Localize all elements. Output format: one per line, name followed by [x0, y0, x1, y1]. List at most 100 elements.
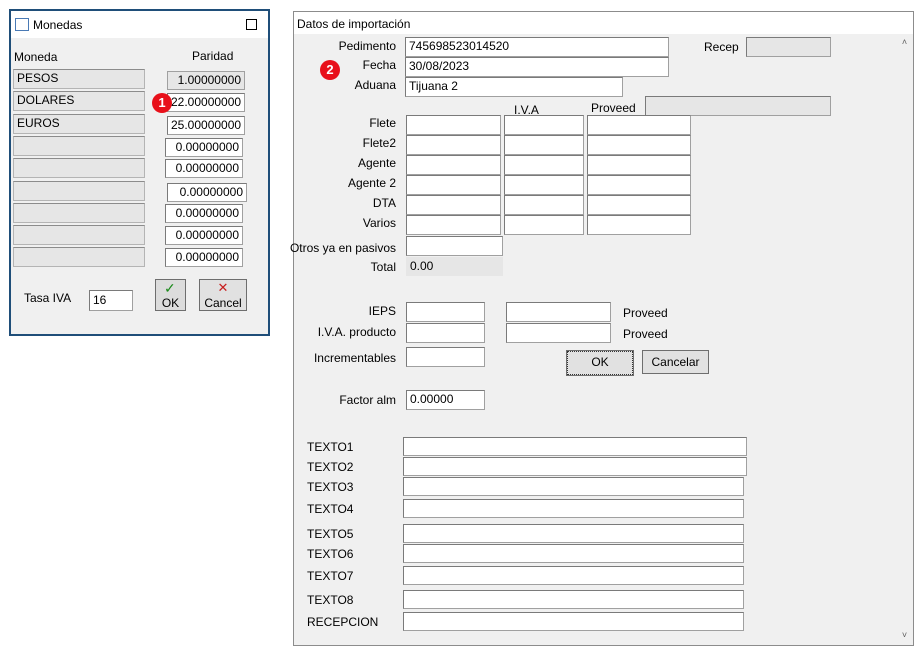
texto-input[interactable]	[403, 590, 744, 609]
factor-alm-label: Factor alm	[339, 393, 396, 407]
texto-input[interactable]	[403, 566, 744, 585]
vertical-scrollbar[interactable]: ˄ ˅	[896, 34, 913, 645]
cost-label: Agente 2	[347, 176, 396, 190]
texto-input[interactable]	[403, 499, 744, 518]
ok-button-importacion[interactable]: OK	[566, 350, 634, 376]
texto-input[interactable]	[403, 612, 744, 631]
paridad-input[interactable]: 0.00000000	[165, 226, 243, 245]
moneda-cell[interactable]: EUROS	[13, 114, 145, 134]
texto-label: TEXTO5	[307, 527, 354, 541]
importacion-window: Datos de importación ˄ ˅ Pedimento 74569…	[290, 11, 914, 646]
texto-label: TEXTO7	[307, 569, 354, 583]
ok-label: OK	[161, 296, 180, 310]
moneda-cell[interactable]	[13, 136, 145, 156]
paridad-input[interactable]: 0.00000000	[165, 248, 243, 267]
recep-label: Recep	[704, 40, 739, 54]
cost-iva-input[interactable]	[504, 195, 584, 215]
cost-label: Flete	[369, 116, 396, 130]
monedas-title: Monedas	[33, 18, 83, 32]
cost-monto-input[interactable]	[406, 135, 501, 155]
cost-iva-input[interactable]	[504, 175, 584, 195]
cancel-button[interactable]: ✕ Cancel	[199, 279, 247, 311]
cost-monto-input[interactable]	[406, 195, 501, 215]
texto-input[interactable]	[403, 544, 744, 563]
proveed-header-input[interactable]	[645, 96, 831, 116]
ieps-input[interactable]	[406, 302, 485, 322]
scroll-up-icon[interactable]: ˄	[896, 36, 913, 48]
texto-input[interactable]	[403, 437, 747, 456]
texto-label: TEXTO4	[307, 502, 354, 516]
texto-label: TEXTO6	[307, 547, 354, 561]
moneda-cell[interactable]	[13, 158, 145, 178]
cost-label: Agente	[357, 156, 396, 170]
maximize-icon[interactable]	[246, 19, 257, 30]
paridad-input[interactable]: 0.00000000	[167, 183, 247, 202]
moneda-cell[interactable]	[13, 203, 145, 223]
paridad-input[interactable]: 0.00000000	[165, 204, 243, 223]
importacion-titlebar: Datos de importación	[294, 12, 913, 34]
cost-iva-input[interactable]	[504, 135, 584, 155]
check-icon: ✓	[164, 280, 176, 296]
texto-input[interactable]	[403, 477, 744, 496]
iva-producto-input[interactable]	[406, 323, 485, 343]
pedimento-label: Pedimento	[338, 39, 396, 53]
col-header-paridad: Paridad	[192, 49, 234, 63]
cost-monto-input[interactable]	[406, 115, 501, 135]
moneda-cell[interactable]: PESOS	[13, 69, 145, 89]
cost-iva-input[interactable]	[504, 115, 584, 135]
factor-alm-input[interactable]: 0.00000	[406, 390, 485, 410]
paridad-input[interactable]: 22.00000000	[167, 93, 245, 112]
aduana-label: Aduana	[354, 78, 396, 92]
proveed-column-header: Proveed	[591, 101, 636, 115]
window-icon	[15, 18, 29, 31]
cancel-label: Cancel	[204, 296, 242, 310]
cost-monto-input[interactable]	[406, 175, 501, 195]
moneda-cell[interactable]	[13, 247, 145, 267]
texto-input[interactable]	[403, 524, 744, 543]
monedas-titlebar: Monedas	[11, 11, 268, 38]
cost-iva-input[interactable]	[504, 215, 584, 235]
ieps-proveed-input[interactable]	[506, 302, 611, 322]
scroll-down-icon[interactable]: ˅	[896, 629, 913, 641]
paridad-input[interactable]: 0.00000000	[165, 159, 243, 178]
paridad-input: 1.00000000	[167, 71, 245, 90]
importacion-title: Datos de importación	[297, 17, 411, 31]
cost-label: Flete2	[362, 136, 396, 150]
cost-label: DTA	[372, 196, 396, 210]
otros-label: Otros ya en pasivos	[289, 241, 396, 255]
recep-input[interactable]	[746, 37, 831, 57]
texto-label: TEXTO8	[307, 593, 354, 607]
cost-proveed-input[interactable]	[587, 155, 691, 175]
cost-iva-input[interactable]	[504, 155, 584, 175]
x-icon: ✕	[217, 280, 229, 295]
incrementables-input[interactable]	[406, 347, 485, 367]
monedas-window: Monedas Moneda Paridad PESOS 1.00000000 DO…	[9, 9, 270, 336]
cancelar-button[interactable]: Cancelar	[642, 350, 709, 374]
texto-label: TEXTO1	[307, 440, 354, 454]
texto-label: TEXTO3	[307, 480, 354, 494]
cost-proveed-input[interactable]	[587, 135, 691, 155]
paridad-input[interactable]: 25.00000000	[167, 116, 245, 135]
ok-button[interactable]: ✓ OK	[155, 279, 186, 311]
iva-producto-proveed-label: Proveed	[623, 327, 668, 341]
aduana-input[interactable]: Tijuana 2	[405, 77, 623, 97]
cost-proveed-input[interactable]	[587, 215, 691, 235]
cost-proveed-input[interactable]	[587, 175, 691, 195]
moneda-cell[interactable]	[13, 181, 145, 201]
moneda-cell[interactable]	[13, 225, 145, 245]
ieps-proveed-label: Proveed	[623, 306, 668, 320]
texto-input[interactable]	[403, 457, 747, 476]
tasa-iva-input[interactable]: 16	[89, 290, 133, 311]
cost-monto-input[interactable]	[406, 155, 501, 175]
pedimento-input[interactable]: 745698523014520	[405, 37, 669, 57]
otros-input[interactable]	[406, 236, 503, 256]
cost-monto-input[interactable]	[406, 215, 501, 235]
paridad-input[interactable]: 0.00000000	[165, 138, 243, 157]
cost-proveed-input[interactable]	[587, 195, 691, 215]
moneda-cell[interactable]: DOLARES	[13, 91, 145, 111]
texto-label: RECEPCION	[307, 615, 379, 629]
texto-label: TEXTO2	[307, 460, 354, 474]
iva-producto-proveed-input[interactable]	[506, 323, 611, 343]
cost-proveed-input[interactable]	[587, 115, 691, 135]
fecha-input[interactable]: 30/08/2023	[405, 57, 669, 77]
